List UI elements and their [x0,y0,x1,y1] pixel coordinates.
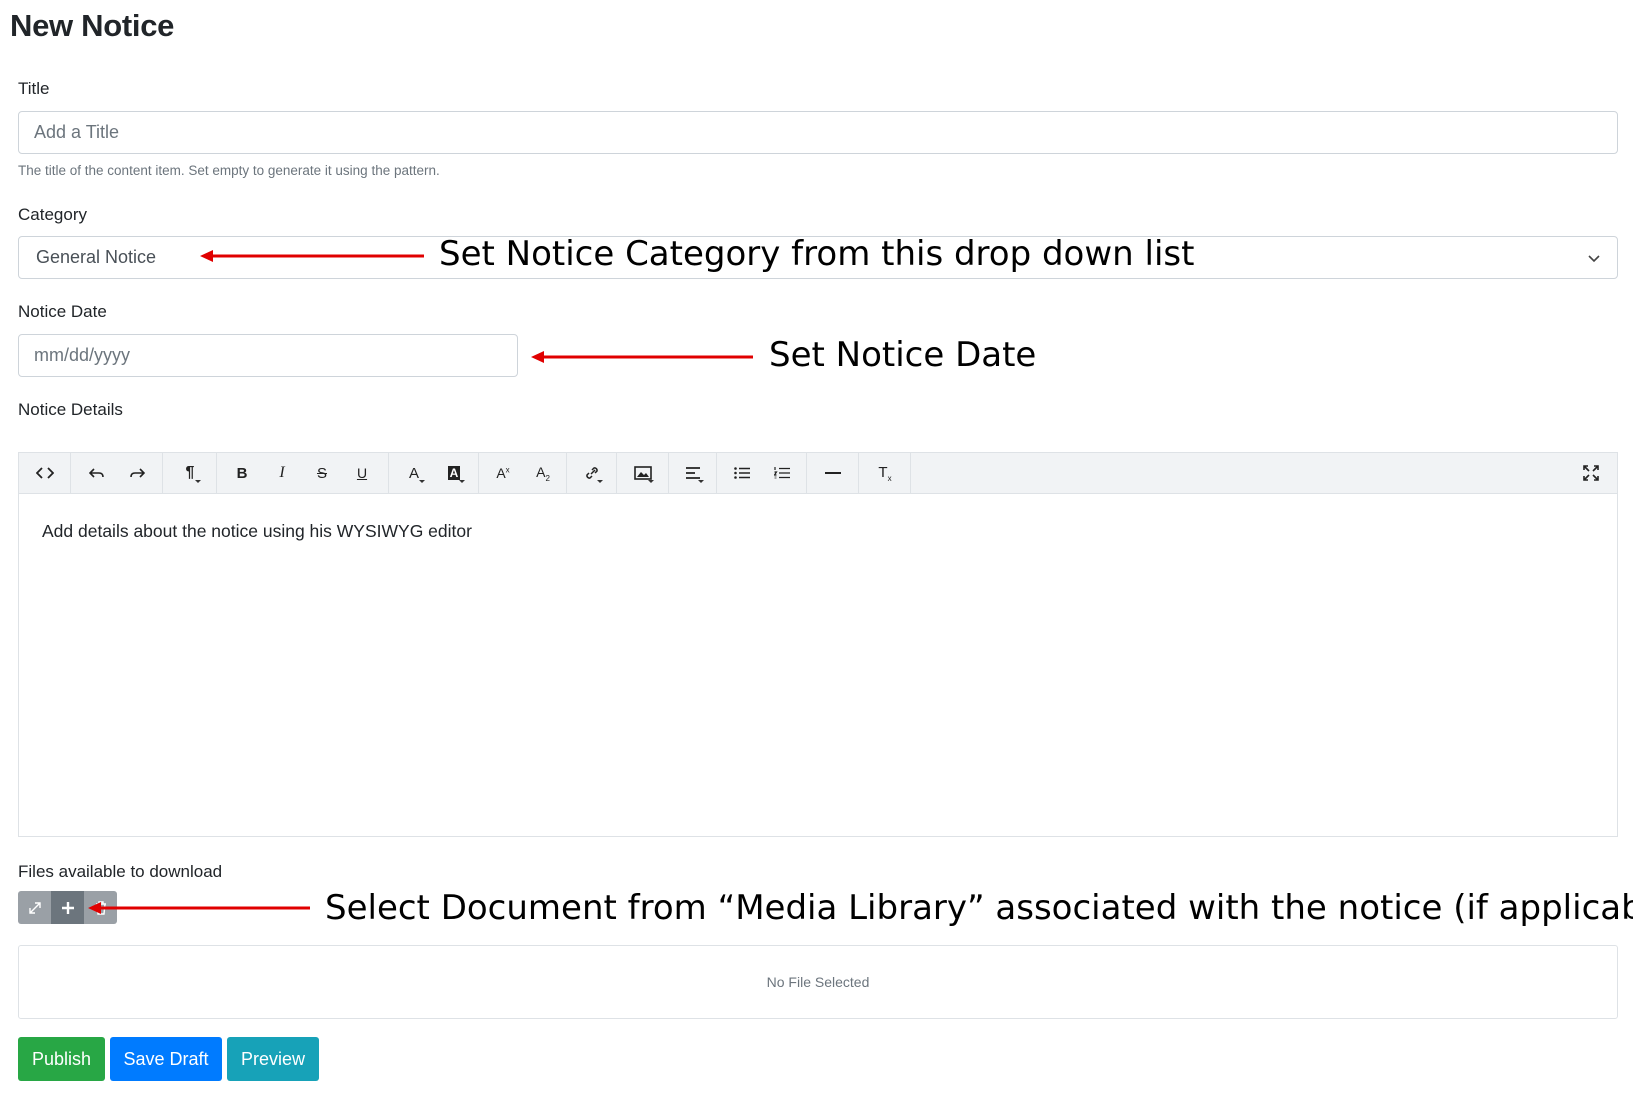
annotation-media: Select Document from “Media Library” ass… [325,888,1633,928]
annotation-arrow-media [88,902,310,914]
page-title: New Notice [10,8,175,43]
toolbar-group-format: B I S U [217,453,389,493]
toolbar-group-clear: Tx [859,453,911,493]
toolbar-group-align [669,453,717,493]
selected-files-area: No File Selected [18,945,1618,1019]
notice-date-input[interactable]: mm/dd/yyyy [18,334,518,377]
notice-details-label: Notice Details [18,400,123,419]
italic-icon[interactable]: I [262,453,302,493]
category-selected-value: General Notice [36,247,157,267]
toolbar-group-script: Ax A2 [479,453,567,493]
subscript-icon[interactable]: A2 [523,453,563,493]
chevron-down-icon [1588,254,1600,262]
add-media-button[interactable] [51,891,84,924]
title-input[interactable]: Add a Title [18,111,1618,154]
redo-icon[interactable] [117,453,157,493]
toolbar-group-paragraph: ¶ [163,453,217,493]
ordered-list-icon[interactable] [762,453,802,493]
font-color-icon[interactable]: A [394,453,434,493]
title-placeholder: Add a Title [34,122,120,142]
toolbar-group-link [567,453,617,493]
clear-formatting-icon[interactable]: Tx [865,453,905,493]
underline-icon[interactable]: U [342,453,382,493]
toolbar-group-code [19,453,71,493]
annotation-date: Set Notice Date [769,335,1037,375]
toolbar-group-hr [807,453,859,493]
link-icon[interactable] [572,453,612,493]
toolbar-group-history [71,453,163,493]
notice-date-placeholder: mm/dd/yyyy [34,345,131,365]
no-file-selected-text: No File Selected [766,974,870,990]
files-label: Files available to download [18,862,223,881]
align-icon[interactable] [673,453,713,493]
superscript-icon[interactable]: Ax [483,453,523,493]
background-color-icon[interactable]: A [434,453,474,493]
toolbar-group-fullscreen [1571,453,1611,493]
annotation-category: Set Notice Category from this drop down … [439,234,1195,274]
toolbar-group-lists [717,453,807,493]
notice-date-label: Notice Date [18,302,107,321]
wysiwyg-editor[interactable]: ¶ B I S U A A Ax A2 Tx Add details about… [18,452,1618,837]
preview-button[interactable]: Preview [227,1037,319,1081]
paragraph-style-icon[interactable]: ¶ [170,453,210,493]
code-view-icon[interactable] [25,453,65,493]
strikethrough-icon[interactable]: S [302,453,342,493]
save-draft-button[interactable]: Save Draft [110,1037,222,1081]
editor-toolbar: ¶ B I S U A A Ax A2 Tx [19,453,1617,494]
title-help-text: The title of the content item. Set empty… [18,163,440,178]
undo-icon[interactable] [77,453,117,493]
editor-content: Add details about the notice using his W… [42,521,472,541]
horizontal-rule-icon[interactable] [813,453,853,493]
category-label: Category [18,205,87,224]
annotation-arrow-category [200,250,424,262]
publish-button[interactable]: Publish [18,1037,105,1081]
unordered-list-icon[interactable] [722,453,762,493]
toolbar-group-color: A A [389,453,479,493]
fullscreen-icon[interactable] [1571,453,1611,493]
annotation-arrow-date [531,351,753,363]
title-label: Title [18,79,50,98]
expand-icon[interactable] [18,891,51,924]
toolbar-group-image [617,453,669,493]
bold-icon[interactable]: B [222,453,262,493]
image-icon[interactable] [623,453,663,493]
